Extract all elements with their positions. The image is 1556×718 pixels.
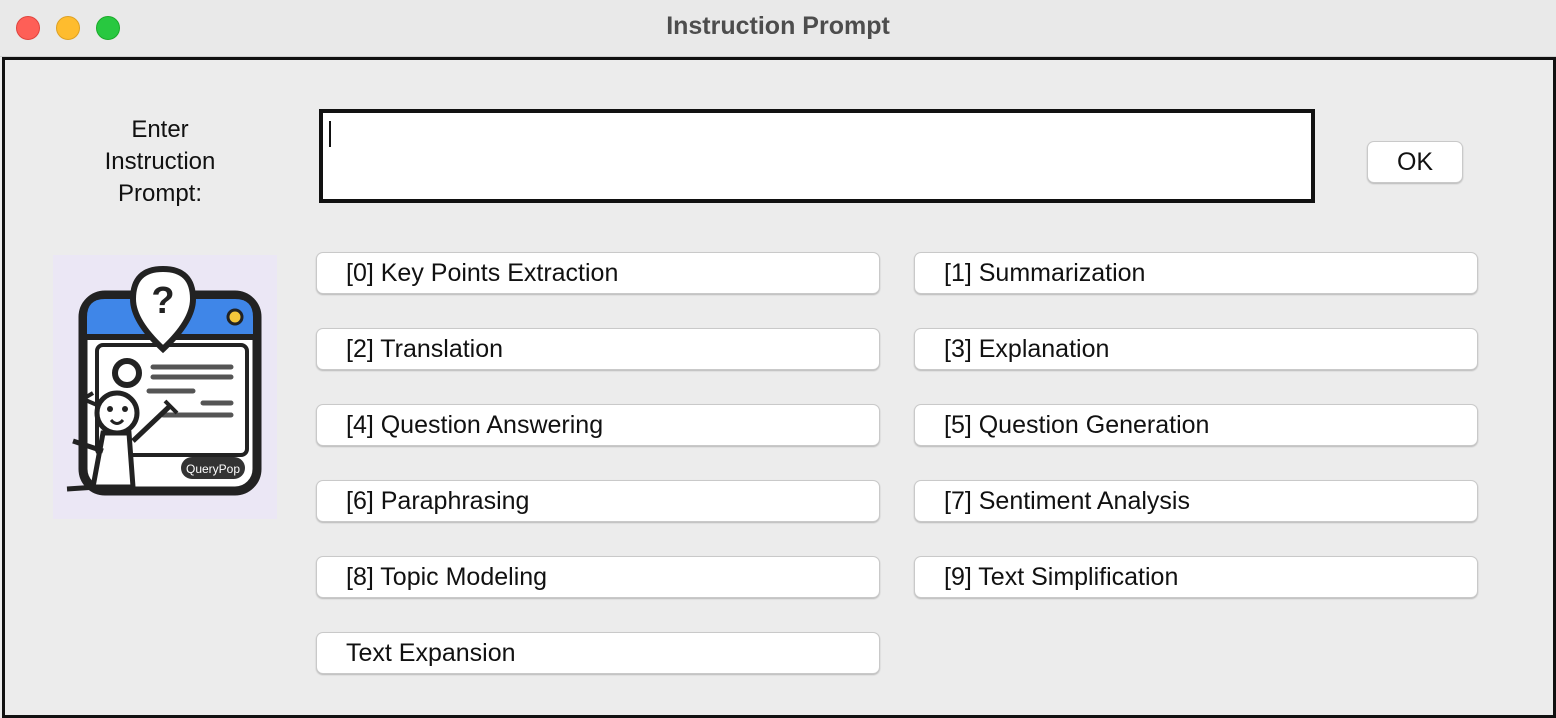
option-question-answering[interactable]: [4] Question Answering [316, 404, 880, 446]
option-text-expansion[interactable]: Text Expansion [316, 632, 880, 674]
text-caret [329, 121, 331, 147]
option-paraphrasing[interactable]: [6] Paraphrasing [316, 480, 880, 522]
prompt-label: Enter Instruction Prompt: [65, 114, 255, 210]
querypop-logo: QueryPop ? [53, 255, 277, 519]
window-title: Instruction Prompt [666, 12, 890, 40]
prompt-label-line: Prompt: [117, 180, 203, 207]
option-translation[interactable]: [2] Translation [316, 328, 880, 370]
querypop-logo-icon: QueryPop ? [66, 265, 262, 496]
option-explanation[interactable]: [3] Explanation [914, 328, 1478, 370]
prompt-label-line: Enter [131, 116, 189, 143]
logo-brand-text: QueryPop [186, 462, 240, 476]
option-text-simplification[interactable]: [9] Text Simplification [914, 556, 1478, 598]
svg-text:?: ? [151, 280, 174, 322]
option-topic-modeling[interactable]: [8] Topic Modeling [316, 556, 880, 598]
option-summarization[interactable]: [1] Summarization [914, 252, 1478, 294]
prompt-label-line: Instruction [104, 148, 216, 175]
title-bar: Instruction Prompt [0, 0, 1556, 57]
ok-button[interactable]: OK [1367, 141, 1463, 183]
dialog-content: Enter Instruction Prompt: OK QueryPop ? … [2, 57, 1556, 718]
option-sentiment-analysis[interactable]: [7] Sentiment Analysis [914, 480, 1478, 522]
instruction-prompt-input[interactable] [319, 109, 1315, 203]
option-key-points-extraction[interactable]: [0] Key Points Extraction [316, 252, 880, 294]
option-question-generation[interactable]: [5] Question Generation [914, 404, 1478, 446]
instruction-prompt-window: Instruction Prompt Enter Instruction Pro… [0, 0, 1556, 718]
